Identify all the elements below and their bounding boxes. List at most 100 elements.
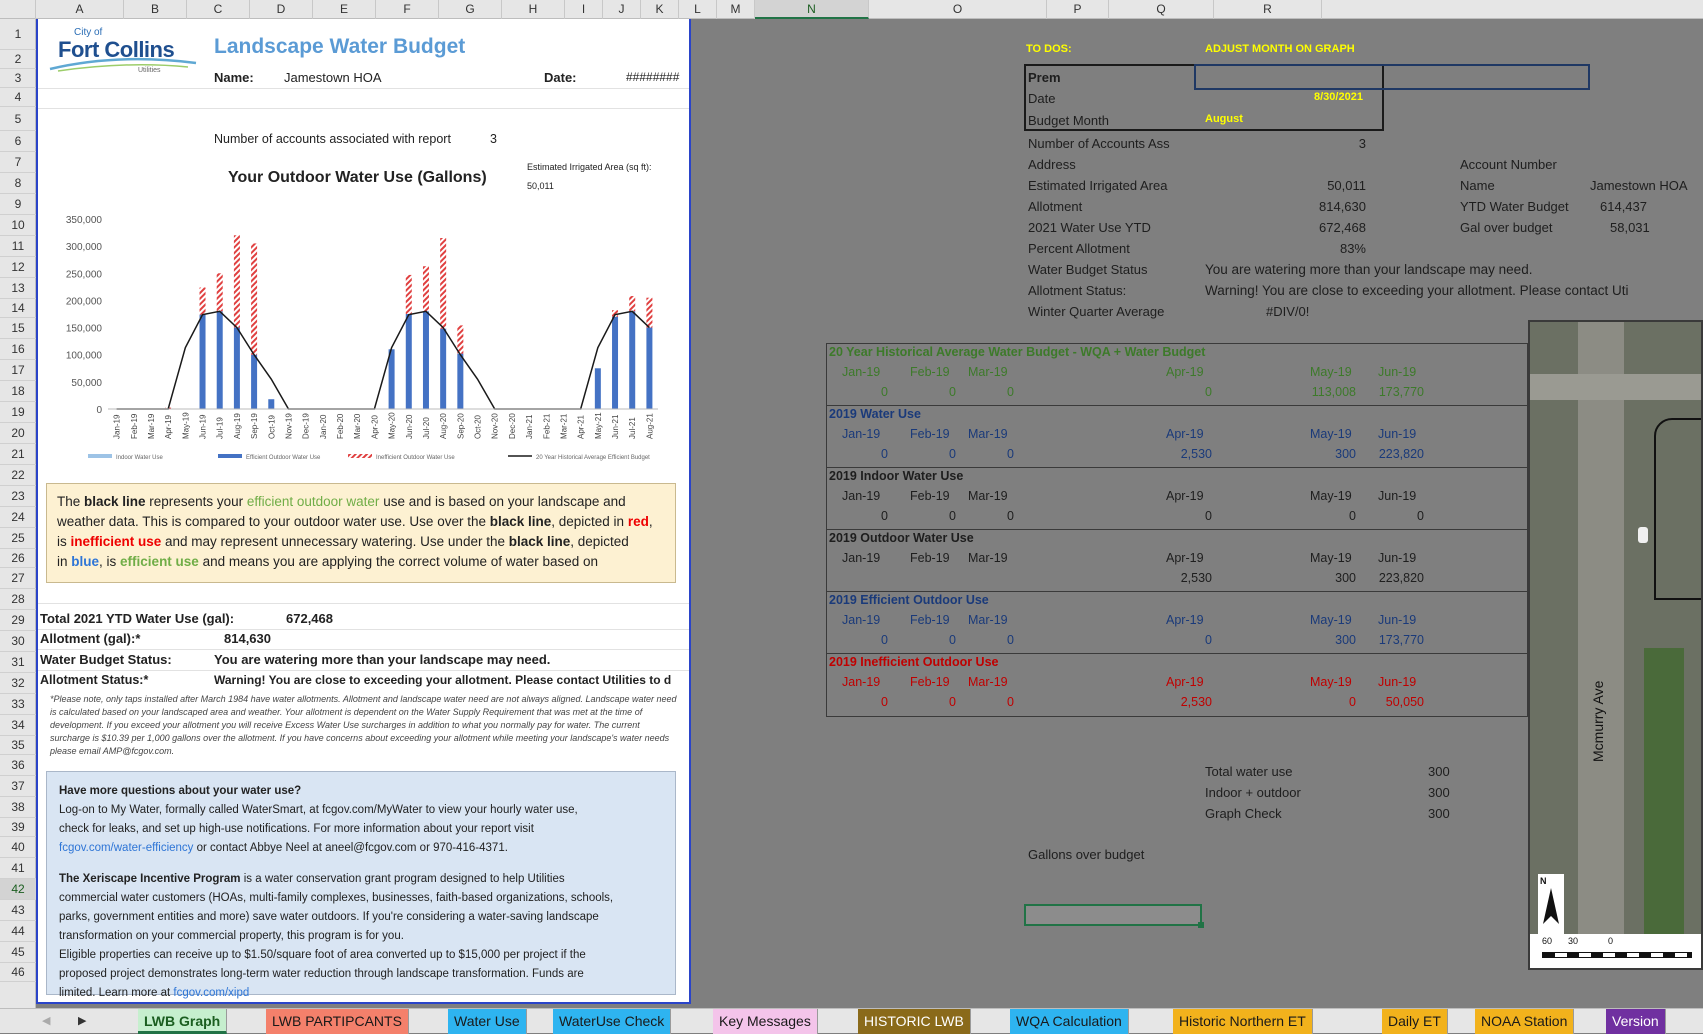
column-header-k[interactable]: K bbox=[641, 0, 679, 19]
selected-cell[interactable] bbox=[1024, 904, 1202, 926]
row-header-18[interactable]: 18 bbox=[0, 381, 36, 402]
sheet-tab-historic-lwb[interactable]: HISTORIC LWB bbox=[858, 1009, 971, 1034]
row-header-16[interactable]: 16 bbox=[0, 339, 36, 360]
row-header-39[interactable]: 39 bbox=[0, 818, 36, 837]
date-value-right[interactable]: 8/30/2021 bbox=[1314, 91, 1363, 103]
row-header-31[interactable]: 31 bbox=[0, 652, 36, 673]
row-header-27[interactable]: 27 bbox=[0, 568, 36, 589]
sheet-tab-key-messages[interactable]: Key Messages bbox=[713, 1009, 818, 1034]
street-label: Mcmurry Ave bbox=[1590, 681, 1606, 762]
row-header-8[interactable]: 8 bbox=[0, 173, 36, 194]
row-header-28[interactable]: 28 bbox=[0, 589, 36, 610]
x-tick-label: Nov-20 bbox=[491, 413, 500, 439]
column-header-g[interactable]: G bbox=[439, 0, 502, 19]
row-header-34[interactable]: 34 bbox=[0, 715, 36, 736]
budget-month-value[interactable]: August bbox=[1205, 113, 1243, 125]
row-header-33[interactable]: 33 bbox=[0, 694, 36, 715]
report-title: Landscape Water Budget bbox=[214, 35, 465, 59]
sheet-tab-lwb-partipcants[interactable]: LWB PARTIPCANTS bbox=[266, 1009, 409, 1034]
row-header-3[interactable]: 3 bbox=[0, 69, 36, 88]
row-header-24[interactable]: 24 bbox=[0, 507, 36, 528]
wqa-value: #DIV/0! bbox=[1266, 304, 1309, 319]
column-header-p[interactable]: P bbox=[1047, 0, 1109, 19]
column-header-h[interactable]: H bbox=[502, 0, 565, 19]
sheet-tab-water-use[interactable]: Water Use bbox=[448, 1009, 527, 1034]
row-header-29[interactable]: 29 bbox=[0, 610, 36, 631]
row-header-26[interactable]: 26 bbox=[0, 549, 36, 568]
row-header-20[interactable]: 20 bbox=[0, 423, 36, 444]
row-header-43[interactable]: 43 bbox=[0, 900, 36, 921]
fill-handle[interactable] bbox=[1198, 922, 1204, 928]
row-header-1[interactable]: 1 bbox=[0, 19, 36, 50]
row-header-14[interactable]: 14 bbox=[0, 299, 36, 318]
section-value: 113,008 bbox=[1290, 385, 1356, 399]
sheet-tab-wateruse-check[interactable]: WaterUse Check bbox=[553, 1009, 671, 1034]
total-use-label: Total water use bbox=[1205, 764, 1292, 779]
section-title: 20 Year Historical Average Water Budget … bbox=[829, 345, 1205, 359]
sheet-tab-historic-northern-et[interactable]: Historic Northern ET bbox=[1173, 1009, 1313, 1034]
row-header-41[interactable]: 41 bbox=[0, 858, 36, 879]
column-header-j[interactable]: J bbox=[603, 0, 641, 19]
column-header-f[interactable]: F bbox=[376, 0, 439, 19]
prem-input[interactable] bbox=[1194, 64, 1590, 90]
column-header-l[interactable]: L bbox=[679, 0, 717, 19]
report-area: City of Fort Collins Utilities Landscape… bbox=[36, 19, 691, 1004]
column-header-n[interactable]: N bbox=[755, 0, 869, 19]
row-header-7[interactable]: 7 bbox=[0, 152, 36, 173]
section-month: Jan-19 bbox=[842, 365, 880, 379]
column-header-c[interactable]: C bbox=[187, 0, 250, 19]
column-header-i[interactable]: I bbox=[565, 0, 603, 19]
scroll-right-icon[interactable]: ▶ bbox=[78, 1014, 86, 1027]
row-header-38[interactable]: 38 bbox=[0, 797, 36, 818]
row-header-17[interactable]: 17 bbox=[0, 360, 36, 381]
corner-cell[interactable] bbox=[0, 0, 36, 19]
row-header-6[interactable]: 6 bbox=[0, 131, 36, 152]
sheet-tab-daily-et[interactable]: Daily ET bbox=[1382, 1009, 1448, 1034]
row-header-9[interactable]: 9 bbox=[0, 194, 36, 215]
row-header-46[interactable]: 46 bbox=[0, 963, 36, 982]
row-header-35[interactable]: 35 bbox=[0, 736, 36, 755]
date-value[interactable]: ######## bbox=[626, 70, 679, 84]
row-header-45[interactable]: 45 bbox=[0, 942, 36, 963]
row-header-11[interactable]: 11 bbox=[0, 236, 36, 257]
row-header-5[interactable]: 5 bbox=[0, 107, 36, 131]
column-headers: ABCDEFGHIJKLMNOPQR bbox=[0, 0, 1703, 19]
column-header-a[interactable]: A bbox=[36, 0, 124, 19]
row-header-40[interactable]: 40 bbox=[0, 837, 36, 858]
column-header-o[interactable]: O bbox=[869, 0, 1047, 19]
row-header-32[interactable]: 32 bbox=[0, 673, 36, 694]
water-efficiency-link[interactable]: fcgov.com/water-efficiency bbox=[59, 842, 193, 854]
sheet-tab-wqa-calculation[interactable]: WQA Calculation bbox=[1010, 1009, 1129, 1034]
row-header-37[interactable]: 37 bbox=[0, 776, 36, 797]
row-header-12[interactable]: 12 bbox=[0, 257, 36, 278]
row-header-13[interactable]: 13 bbox=[0, 278, 36, 299]
row-header-21[interactable]: 21 bbox=[0, 444, 36, 465]
row-header-10[interactable]: 10 bbox=[0, 215, 36, 236]
row-header-22[interactable]: 22 bbox=[0, 465, 36, 486]
column-header-e[interactable]: E bbox=[313, 0, 376, 19]
x-tick-label: Aug-19 bbox=[233, 413, 242, 439]
column-header-r[interactable]: R bbox=[1214, 0, 1322, 19]
row-header-44[interactable]: 44 bbox=[0, 921, 36, 942]
y-tick-label: 200,000 bbox=[66, 296, 103, 307]
row-header-36[interactable]: 36 bbox=[0, 755, 36, 776]
column-header-d[interactable]: D bbox=[250, 0, 313, 19]
row-header-42[interactable]: 42 bbox=[0, 879, 36, 900]
row-header-4[interactable]: 4 bbox=[0, 88, 36, 107]
fort-collins-logo: City of Fort Collins Utilities bbox=[48, 27, 198, 77]
row-header-19[interactable]: 19 bbox=[0, 402, 36, 423]
column-header-b[interactable]: B bbox=[124, 0, 187, 19]
xipd-link[interactable]: fcgov.com/xipd bbox=[173, 987, 249, 999]
over-budget-value: 58,031 bbox=[1610, 220, 1650, 235]
row-header-15[interactable]: 15 bbox=[0, 318, 36, 339]
sheet-tab-lwb-graph[interactable]: LWB Graph bbox=[138, 1009, 227, 1034]
column-header-m[interactable]: M bbox=[717, 0, 755, 19]
scroll-left-icon[interactable]: ◀ bbox=[42, 1014, 50, 1027]
row-header-23[interactable]: 23 bbox=[0, 486, 36, 507]
sheet-tab-version[interactable]: Version bbox=[1606, 1009, 1666, 1034]
sheet-tab-noaa-station[interactable]: NOAA Station bbox=[1475, 1009, 1574, 1034]
row-header-25[interactable]: 25 bbox=[0, 528, 36, 549]
row-header-30[interactable]: 30 bbox=[0, 631, 36, 652]
row-header-2[interactable]: 2 bbox=[0, 50, 36, 69]
column-header-q[interactable]: Q bbox=[1109, 0, 1214, 19]
